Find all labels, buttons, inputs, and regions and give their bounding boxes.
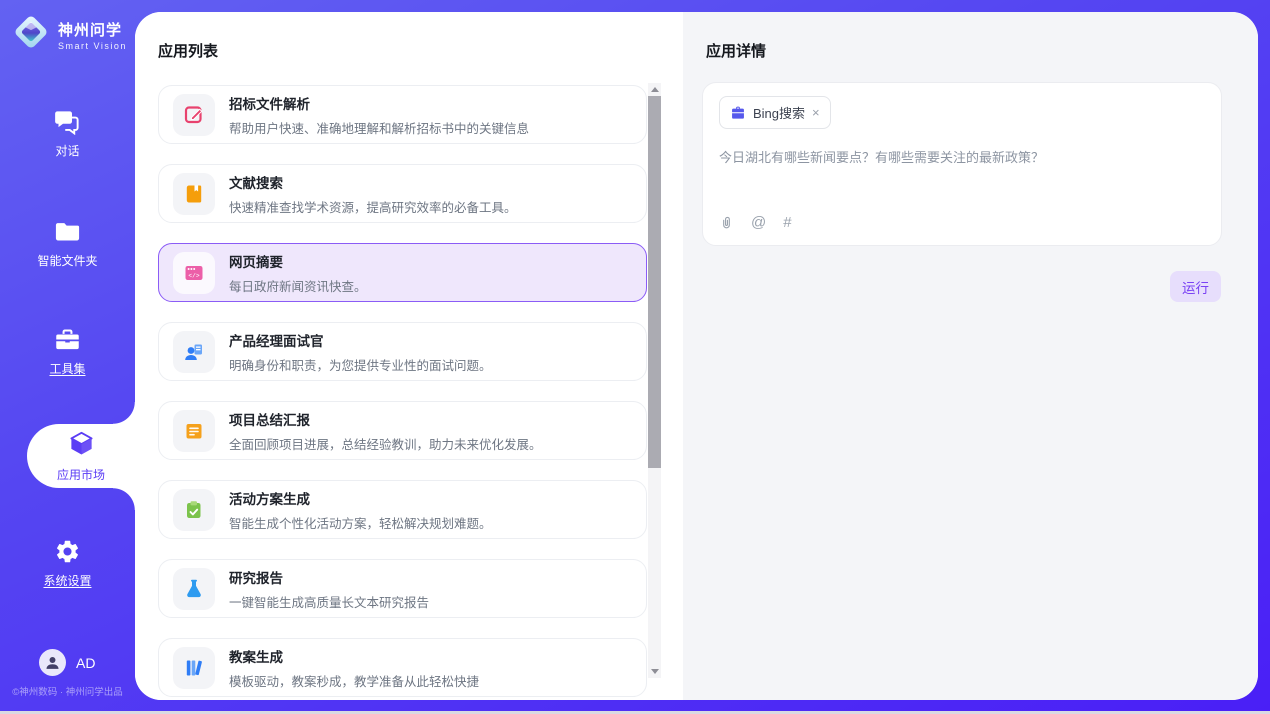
app-card[interactable]: </> 网页摘要 每日政府新闻资讯快查。: [158, 243, 647, 302]
input-toolbar: @ #: [719, 214, 792, 231]
chat-icon: [0, 108, 135, 136]
user-avatar-icon: [39, 649, 66, 676]
sidebar-item-label: 系统设置: [0, 572, 135, 589]
app-card-title: 活动方案生成: [229, 488, 492, 508]
app-list-scrollbar[interactable]: [648, 83, 661, 678]
attachment-icon[interactable]: [719, 214, 734, 231]
sidebar-item-label: 智能文件夹: [0, 252, 135, 269]
user-name: AD: [76, 655, 95, 671]
sidebar: 神州问学 Smart Vision 对话 智能文件夹: [0, 0, 135, 711]
app-list-panel: 应用列表 招标文件解析 帮助用户快速、准确地理解和解析招标书中的关键信息 文献搜…: [135, 12, 683, 700]
app-detail-panel: 应用详情 Bing搜索 × 今日湖北有哪些新闻要点？有哪些需要关注的最新政策？: [683, 12, 1258, 700]
app-subtitle: Smart Vision: [58, 41, 127, 51]
bid-document-icon: [173, 94, 215, 136]
scrollbar-thumb[interactable]: [648, 96, 661, 468]
app-card-description: 智能生成个性化活动方案，轻松解决规划难题。: [229, 513, 492, 532]
triangle-up-icon: [651, 87, 659, 92]
prompt-card: Bing搜索 × 今日湖北有哪些新闻要点？有哪些需要关注的最新政策？ @ #: [702, 82, 1222, 246]
app-detail-title: 应用详情: [683, 12, 1258, 61]
app-frame: 神州问学 Smart Vision 对话 智能文件夹: [0, 0, 1270, 711]
app-card[interactable]: 研究报告 一键智能生成高质量长文本研究报告: [158, 559, 647, 618]
activity-plan-icon: [173, 489, 215, 531]
svg-text:</>: </>: [188, 272, 199, 279]
toolbox-icon: [0, 326, 135, 354]
main-content: 应用列表 招标文件解析 帮助用户快速、准确地理解和解析招标书中的关键信息 文献搜…: [135, 12, 1258, 700]
app-card-description: 每日政府新闻资讯快查。: [229, 276, 367, 295]
app-card-description: 帮助用户快速、准确地理解和解析招标书中的关键信息: [229, 118, 529, 137]
tool-tag-bing-search[interactable]: Bing搜索 ×: [719, 96, 831, 129]
sidebar-item-chat[interactable]: 对话: [0, 108, 135, 159]
app-title: 神州问学: [58, 22, 122, 39]
literature-book-icon: [173, 173, 215, 215]
sidebar-footer: ©神州数码 · 神州问学出品: [0, 684, 135, 698]
sidebar-item-smart-folder[interactable]: 智能文件夹: [0, 218, 135, 269]
app-card[interactable]: 教案生成 模板驱动，教案秒成，教学准备从此轻松快捷: [158, 638, 647, 697]
app-card-title: 文献搜索: [229, 172, 517, 192]
research-report-icon: [173, 568, 215, 610]
app-card[interactable]: 活动方案生成 智能生成个性化活动方案，轻松解决规划难题。: [158, 480, 647, 539]
diamond-logo-icon: [12, 13, 50, 56]
app-card-description: 一键智能生成高质量长文本研究报告: [229, 592, 429, 611]
triangle-down-icon: [651, 669, 659, 674]
gear-icon: [0, 538, 135, 566]
user-profile[interactable]: AD: [39, 649, 95, 676]
webpage-code-icon: </>: [173, 252, 215, 294]
sidebar-item-settings[interactable]: 系统设置: [0, 538, 135, 589]
app-card[interactable]: 项目总结汇报 全面回顾项目进展，总结经验教训，助力未来优化发展。: [158, 401, 647, 460]
project-summary-icon: [173, 410, 215, 452]
tag-label: Bing搜索: [753, 103, 805, 122]
app-card-description: 明确身份和职责，为您提供专业性的面试问题。: [229, 355, 492, 374]
run-button[interactable]: 运行: [1170, 271, 1221, 302]
app-list-title: 应用列表: [135, 12, 683, 61]
app-card[interactable]: 文献搜索 快速精准查找学术资源，提高研究效率的必备工具。: [158, 164, 647, 223]
app-card-title: 研究报告: [229, 567, 429, 587]
app-card[interactable]: 产品经理面试官 明确身份和职责，为您提供专业性的面试问题。: [158, 322, 647, 381]
briefcase-icon: [730, 105, 746, 121]
app-card-description: 全面回顾项目进展，总结经验教训，助力未来优化发展。: [229, 434, 542, 453]
sidebar-item-label: 工具集: [0, 360, 135, 377]
app-card-description: 模板驱动，教案秒成，教学准备从此轻松快捷: [229, 671, 479, 690]
sidebar-item-label: 对话: [0, 142, 135, 159]
app-card[interactable]: 招标文件解析 帮助用户快速、准确地理解和解析招标书中的关键信息: [158, 85, 647, 144]
app-logo: 神州问学 Smart Vision: [12, 13, 127, 56]
cube-icon: [68, 430, 95, 462]
app-card-title: 产品经理面试官: [229, 330, 492, 350]
app-card-title: 教案生成: [229, 646, 479, 666]
app-card-title: 招标文件解析: [229, 93, 529, 113]
query-input[interactable]: 今日湖北有哪些新闻要点？有哪些需要关注的最新政策？: [719, 147, 1205, 166]
interviewer-icon: [173, 331, 215, 373]
sidebar-item-label: 应用市场: [57, 466, 105, 483]
scroll-up-button[interactable]: [648, 83, 661, 96]
hashtag-icon[interactable]: #: [783, 214, 791, 231]
app-card-description: 快速精准查找学术资源，提高研究效率的必备工具。: [229, 197, 517, 216]
sidebar-item-app-market[interactable]: 应用市场: [27, 424, 135, 488]
close-icon[interactable]: ×: [812, 106, 820, 119]
app-card-list: 招标文件解析 帮助用户快速、准确地理解和解析招标书中的关键信息 文献搜索 快速精…: [158, 85, 647, 700]
folder-icon: [0, 218, 135, 246]
lesson-plan-icon: [173, 647, 215, 689]
app-card-title: 项目总结汇报: [229, 409, 542, 429]
sidebar-item-toolset[interactable]: 工具集: [0, 326, 135, 377]
scroll-down-button[interactable]: [648, 665, 661, 678]
mention-icon[interactable]: @: [751, 214, 766, 231]
app-card-title: 网页摘要: [229, 251, 367, 271]
